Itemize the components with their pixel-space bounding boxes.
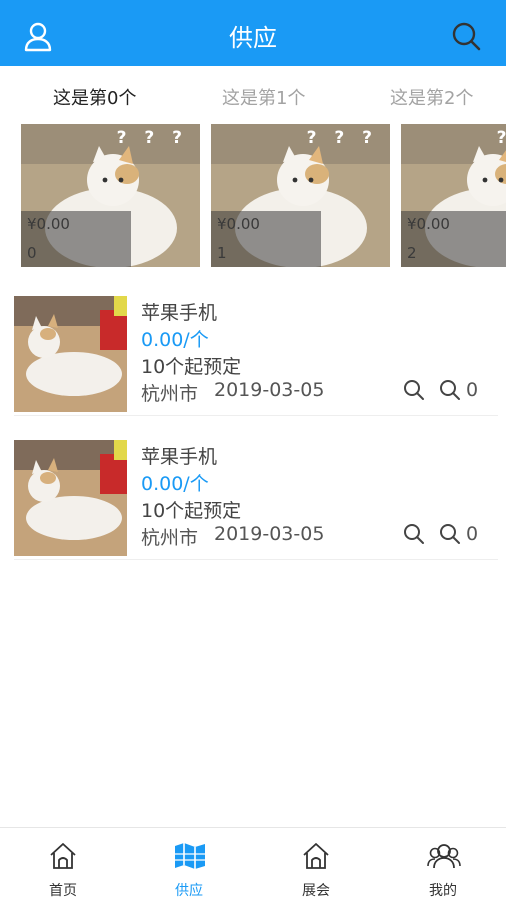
card-index: 0	[27, 244, 37, 262]
bottom-nav: 首页 供应 展会 我的	[0, 827, 506, 900]
item-city: 杭州市	[141, 527, 199, 549]
card-marks: ? ? ?	[497, 128, 506, 148]
nav-label: 我的	[429, 883, 457, 899]
nav-item-supply[interactable]: 供应	[126, 828, 252, 900]
card-price: ¥0.00	[27, 215, 70, 233]
item-count: 0	[466, 379, 479, 401]
card-marks: ? ? ?	[116, 128, 188, 148]
item-count: 0	[466, 523, 479, 545]
people-icon	[427, 844, 461, 869]
home-icon	[303, 843, 329, 869]
item-date: 2019-03-05	[214, 523, 325, 545]
list-item[interactable]: 苹果手机 0.00/个 10个起预定 杭州市 2019-03-05 0	[14, 430, 498, 560]
carousel-card[interactable]: ? ? ? ¥0.00 2	[401, 124, 506, 267]
tab-2[interactable]: 这是第2个	[390, 84, 473, 110]
card-index: 1	[217, 244, 227, 262]
tab-1[interactable]: 这是第1个	[222, 84, 305, 110]
product-thumbnail	[14, 296, 127, 412]
carousel-card[interactable]: ? ? ? ¥0.00 0	[21, 124, 200, 267]
item-city: 杭州市	[141, 383, 199, 405]
product-thumbnail	[14, 440, 127, 556]
home-icon	[50, 843, 76, 869]
nav-label: 展会	[302, 883, 330, 899]
item-min-order: 10个起预定	[141, 500, 242, 522]
search-icon[interactable]	[402, 378, 426, 402]
card-price: ¥0.00	[217, 215, 260, 233]
item-date: 2019-03-05	[214, 379, 325, 401]
comment-icon[interactable]	[438, 378, 462, 402]
card-index: 2	[407, 244, 417, 262]
item-title: 苹果手机	[141, 446, 218, 468]
nav-item-home[interactable]: 首页	[0, 828, 126, 900]
nav-item-mine[interactable]: 我的	[380, 828, 506, 900]
nav-label: 供应	[175, 883, 203, 899]
list-item[interactable]: 苹果手机 0.00/个 10个起预定 杭州市 2019-03-05 0	[14, 286, 498, 416]
product-carousel: ? ? ? ¥0.00 0 ? ? ? ¥0.00 1 ¥0.00 2	[0, 124, 506, 267]
item-title: 苹果手机	[141, 302, 218, 324]
tab-bar: 这是第0个 这是第1个 这是第2个	[0, 66, 506, 124]
page-title: 供应	[229, 24, 277, 52]
card-price: ¥0.00	[407, 215, 450, 233]
nav-item-exhibition[interactable]: 展会	[253, 828, 379, 900]
search-icon[interactable]	[402, 522, 426, 546]
nav-label: 首页	[49, 883, 77, 899]
item-price: 0.00/个	[141, 329, 209, 351]
search-icon[interactable]	[450, 20, 482, 52]
map-icon	[175, 843, 205, 869]
card-marks: ? ? ?	[306, 128, 378, 148]
item-price: 0.00/个	[141, 473, 209, 495]
top-bar: 供应	[0, 0, 506, 66]
comment-icon[interactable]	[438, 522, 462, 546]
tab-0[interactable]: 这是第0个	[53, 84, 136, 110]
carousel-card[interactable]: ? ? ? ¥0.00 1	[211, 124, 390, 267]
item-min-order: 10个起预定	[141, 356, 242, 378]
